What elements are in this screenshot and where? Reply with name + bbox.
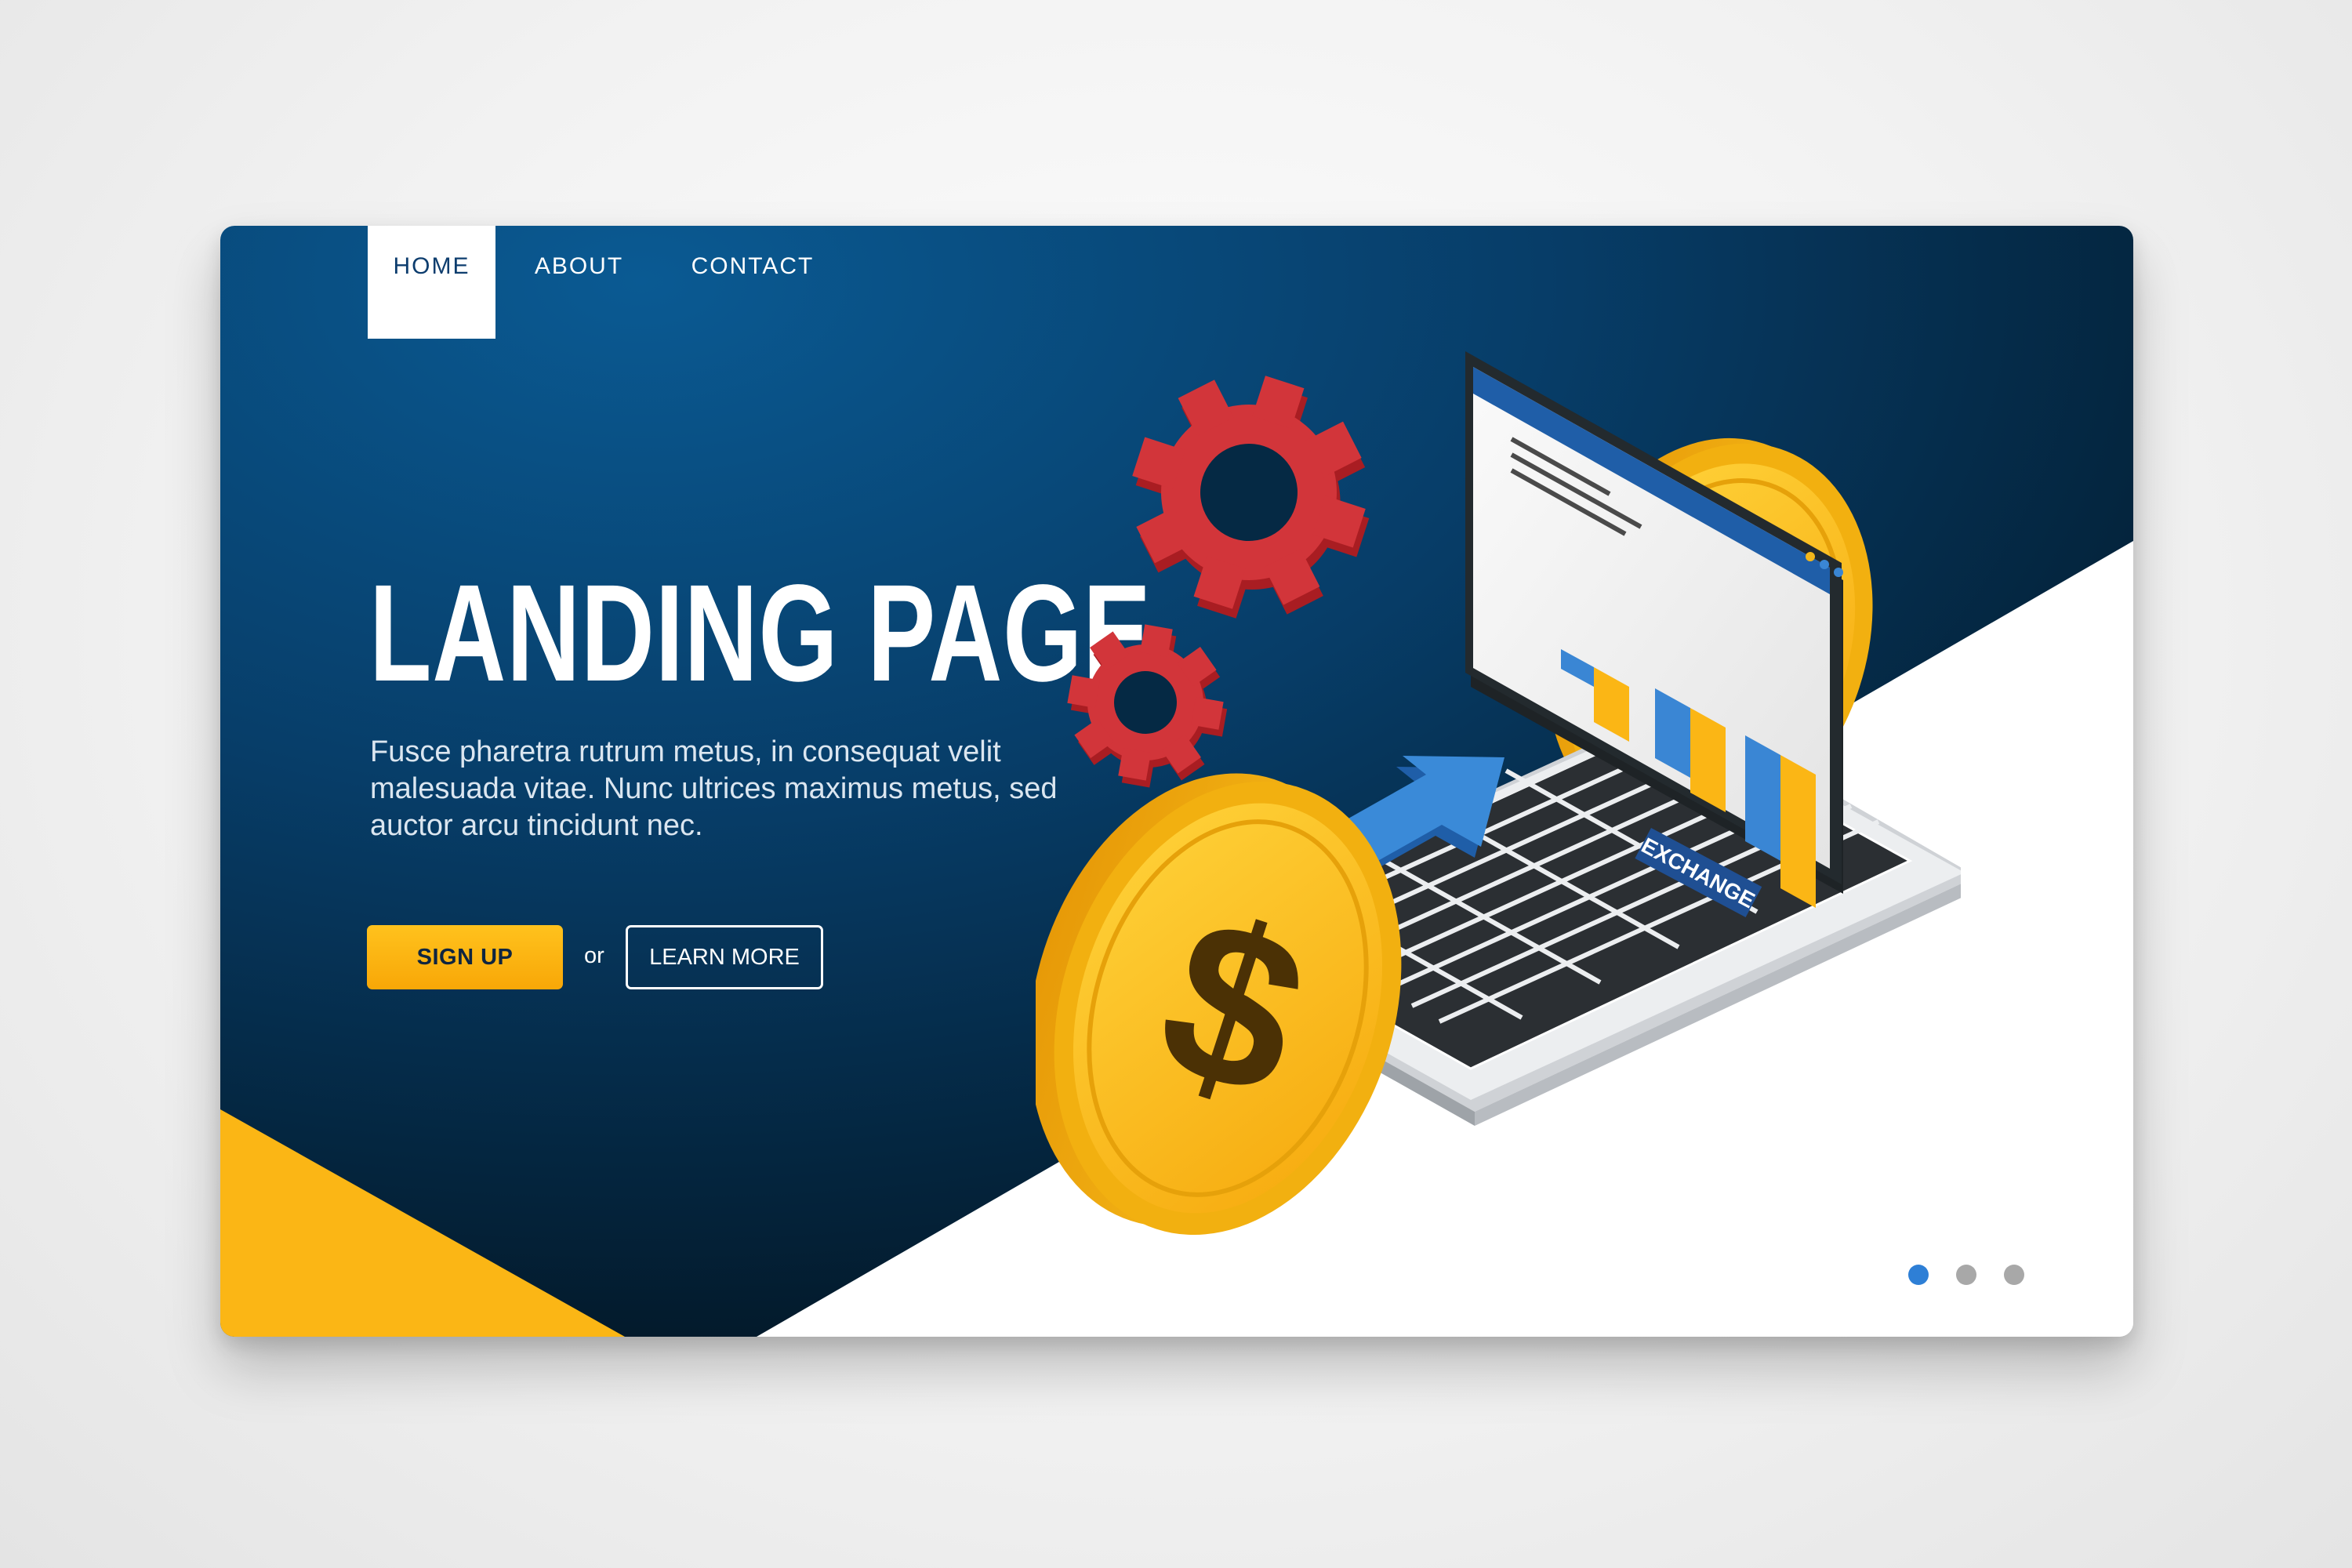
hero-title: LANDING PAGE [369,557,1152,710]
carousel-dot-1[interactable] [1908,1265,1929,1285]
carousel-dot-3[interactable] [2004,1265,2024,1285]
nav-home[interactable]: HOME [368,226,495,339]
gear-icon [1067,624,1228,788]
nav-contact[interactable]: CONTACT [683,226,822,339]
landing-page-card: HOME ABOUT CONTACT LANDING PAGE Fusce ph… [220,226,2133,1337]
hero-description: Fusce pharetra rutrum metus, in consequa… [370,735,1058,842]
gear-icon [1132,376,1370,619]
carousel-dot-2[interactable] [1956,1265,1976,1285]
nav-about[interactable]: ABOUT [528,226,630,339]
or-separator: or [584,943,604,968]
sign-up-button[interactable]: SIGN UP [367,925,563,989]
learn-more-button[interactable]: LEARN MORE [626,925,823,989]
crypto-exchange-illustration: ₿ [1036,351,1961,1236]
